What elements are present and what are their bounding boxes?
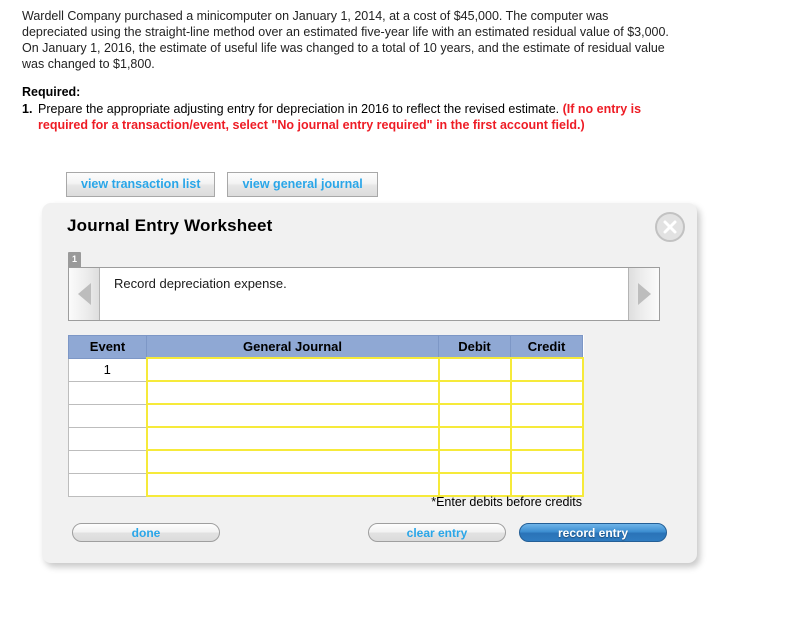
worksheet-nav-row: Record depreciation expense. bbox=[68, 267, 660, 321]
worksheet-prompt: Record depreciation expense. bbox=[114, 276, 287, 291]
cell-general-journal[interactable] bbox=[145, 449, 440, 474]
cell-event bbox=[68, 472, 147, 497]
view-general-journal-button[interactable]: view general journal bbox=[227, 172, 378, 197]
cell-event bbox=[68, 403, 147, 428]
required-section: Required: 1. Prepare the appropriate adj… bbox=[22, 84, 642, 133]
column-header-event: Event bbox=[68, 335, 147, 359]
close-icon[interactable] bbox=[655, 212, 685, 242]
view-transaction-list-button[interactable]: view transaction list bbox=[66, 172, 216, 197]
cell-debit[interactable] bbox=[437, 426, 512, 451]
table-row bbox=[68, 472, 584, 497]
cell-credit[interactable] bbox=[509, 449, 584, 474]
cell-debit[interactable] bbox=[437, 472, 512, 497]
cell-general-journal[interactable] bbox=[145, 403, 440, 428]
right-triangle bbox=[637, 283, 651, 305]
table-row bbox=[68, 449, 584, 474]
required-item-main: Prepare the appropriate adjusting entry … bbox=[38, 102, 563, 116]
column-header-debit: Debit bbox=[438, 335, 511, 359]
table-row bbox=[68, 403, 584, 428]
worksheet-page-badge[interactable]: 1 bbox=[68, 252, 81, 267]
chevron-right-icon[interactable] bbox=[628, 268, 659, 320]
view-tabs: view transaction list view general journ… bbox=[66, 172, 378, 197]
left-triangle bbox=[77, 283, 91, 305]
table-row bbox=[68, 380, 584, 405]
table-header-row: Event General Journal Debit Credit bbox=[68, 335, 583, 359]
cell-general-journal[interactable] bbox=[145, 357, 440, 382]
cell-credit[interactable] bbox=[509, 357, 584, 382]
cell-credit[interactable] bbox=[509, 472, 584, 497]
done-button[interactable]: done bbox=[72, 523, 220, 542]
journal-entry-table: Event General Journal Debit Credit 1 bbox=[68, 335, 584, 497]
table-row: 1 bbox=[68, 357, 584, 382]
cell-debit[interactable] bbox=[437, 449, 512, 474]
cell-event: 1 bbox=[68, 357, 147, 382]
cell-credit[interactable] bbox=[509, 403, 584, 428]
required-label: Required: bbox=[22, 85, 81, 99]
panel-title: Journal Entry Worksheet bbox=[67, 216, 273, 235]
record-entry-button[interactable]: record entry bbox=[519, 523, 667, 542]
required-item-number: 1. bbox=[22, 102, 33, 116]
required-item-1: 1. Prepare the appropriate adjusting ent… bbox=[22, 101, 642, 133]
cell-credit[interactable] bbox=[509, 380, 584, 405]
cell-debit[interactable] bbox=[437, 403, 512, 428]
journal-entry-worksheet-panel: Journal Entry Worksheet 1 Record depreci… bbox=[42, 203, 697, 563]
column-header-credit: Credit bbox=[510, 335, 583, 359]
cell-debit[interactable] bbox=[437, 357, 512, 382]
cell-general-journal[interactable] bbox=[145, 426, 440, 451]
clear-entry-button[interactable]: clear entry bbox=[368, 523, 506, 542]
table-row bbox=[68, 426, 584, 451]
column-header-general-journal: General Journal bbox=[146, 335, 439, 359]
cell-event bbox=[68, 380, 147, 405]
problem-statement: Wardell Company purchased a minicomputer… bbox=[22, 9, 669, 71]
cell-event bbox=[68, 426, 147, 451]
cell-debit[interactable] bbox=[437, 380, 512, 405]
debits-before-credits-note: *Enter debits before credits bbox=[431, 495, 582, 509]
cell-event bbox=[68, 449, 147, 474]
cell-general-journal[interactable] bbox=[145, 380, 440, 405]
cell-credit[interactable] bbox=[509, 426, 584, 451]
chevron-left-icon[interactable] bbox=[69, 268, 100, 320]
cell-general-journal[interactable] bbox=[145, 472, 440, 497]
required-item-text: Prepare the appropriate adjusting entry … bbox=[38, 101, 642, 133]
